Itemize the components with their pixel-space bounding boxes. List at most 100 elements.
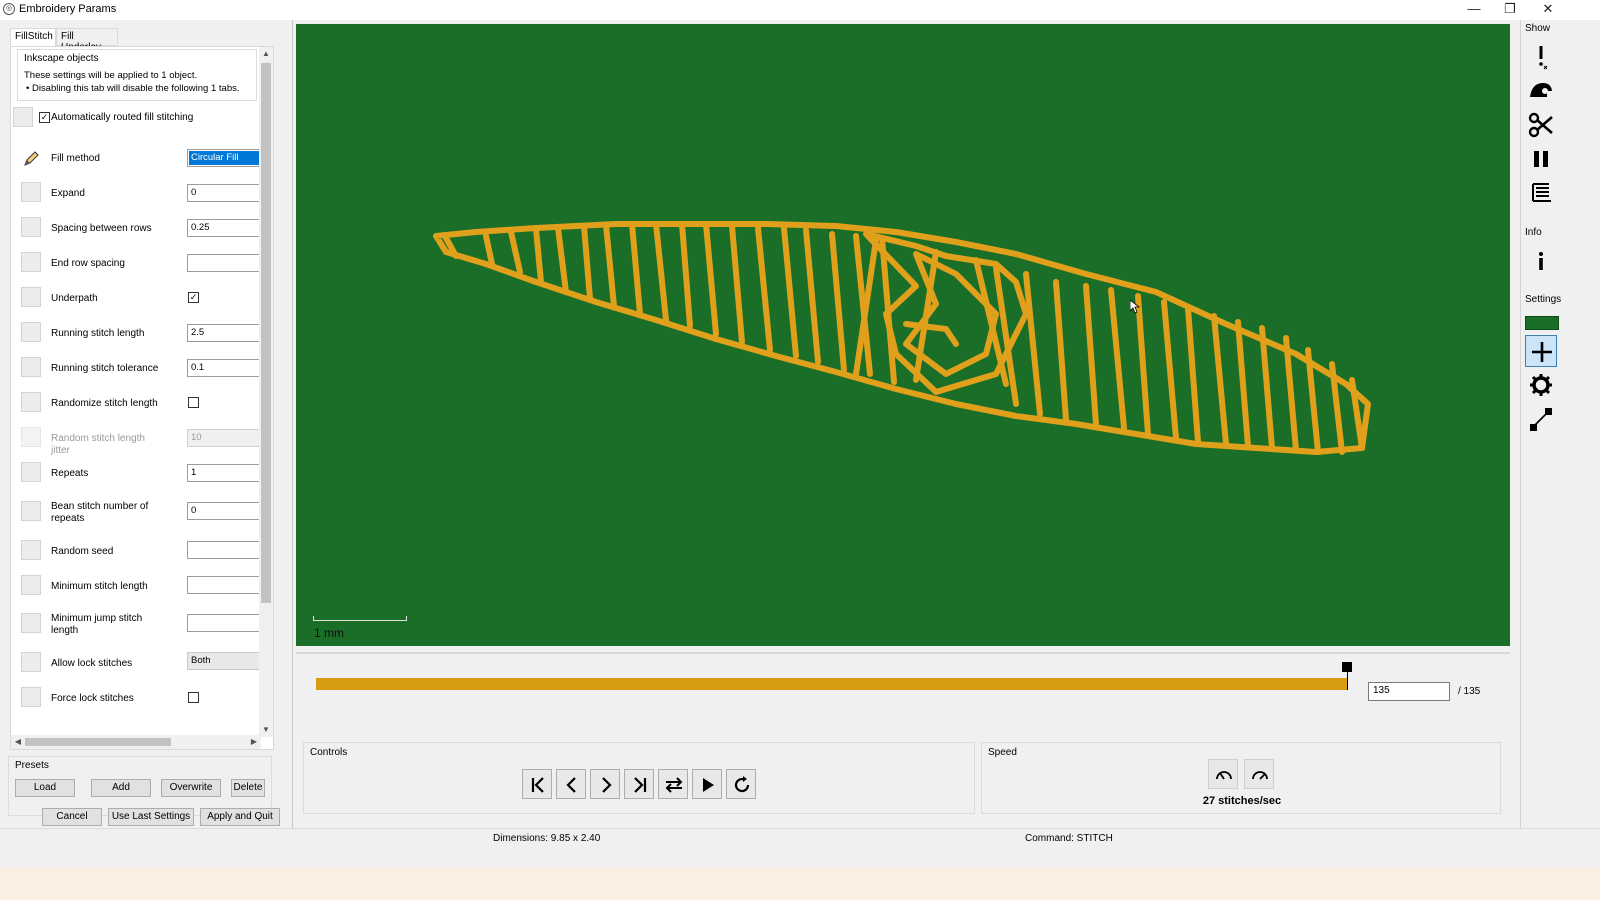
- param-toggle-min-stitch-length[interactable]: [21, 575, 41, 595]
- pencil-icon: [21, 149, 41, 169]
- param-toggle-running-stitch-tolerance[interactable]: [21, 357, 41, 377]
- stop-icon[interactable]: [1525, 143, 1557, 175]
- use-last-settings-button[interactable]: Use Last Settings: [108, 808, 194, 826]
- underpath-checkbox[interactable]: ✓: [188, 292, 199, 303]
- restart-icon[interactable]: [726, 769, 756, 799]
- jitter-input[interactable]: 10: [187, 429, 263, 447]
- param-label-min-jump-stitch: Minimum jump stitch length: [51, 613, 143, 636]
- bean-stitch-input[interactable]: 0: [187, 502, 263, 520]
- scale-tick-right: [406, 616, 407, 621]
- param-label-expand: Expand: [51, 188, 85, 199]
- restore-icon[interactable]: ❐: [1492, 0, 1528, 20]
- param-toggle-force-lock-stitches[interactable]: [21, 687, 41, 707]
- background-color-swatch[interactable]: [1525, 316, 1559, 330]
- expand-input[interactable]: 0: [187, 184, 263, 202]
- current-stitch-input[interactable]: 135: [1368, 682, 1450, 701]
- scroll-up-icon[interactable]: ▲: [259, 47, 273, 61]
- previous-icon[interactable]: [556, 769, 586, 799]
- running-stitch-length-input[interactable]: 2.5: [187, 324, 263, 342]
- crosshair-icon[interactable]: [1525, 335, 1557, 367]
- close-icon[interactable]: ✕: [1530, 0, 1566, 20]
- add-preset-button[interactable]: Add: [91, 779, 151, 797]
- jump-warning-icon[interactable]: [1525, 40, 1557, 72]
- horizontal-scroll-thumb[interactable]: [25, 738, 171, 746]
- fill-method-select[interactable]: Circular Fill: [187, 149, 263, 167]
- slider-handle-line: [1347, 672, 1348, 690]
- param-toggle-underpath[interactable]: [21, 287, 41, 307]
- next-icon[interactable]: [590, 769, 620, 799]
- param-label-randomize: Randomize stitch length: [51, 398, 158, 409]
- stitch-progress-track[interactable]: [316, 678, 1348, 690]
- param-toggle-randomize[interactable]: [21, 392, 41, 412]
- apply-and-quit-button[interactable]: Apply and Quit: [200, 808, 280, 826]
- param-toggle-bean-stitch[interactable]: [21, 501, 41, 521]
- delete-preset-button[interactable]: Delete: [231, 779, 265, 797]
- stitch-canvas[interactable]: 1 mm: [296, 24, 1510, 646]
- speed-caption: Speed: [988, 747, 1017, 758]
- spacing-input[interactable]: 0.25: [187, 219, 263, 237]
- color-change-icon[interactable]: [1525, 177, 1557, 209]
- embroidery-stitch-path: [433, 221, 1371, 455]
- params-vertical-scrollbar[interactable]: ▲ ▼: [259, 47, 273, 737]
- minimize-icon[interactable]: —: [1456, 0, 1492, 20]
- running-stitch-tolerance-input[interactable]: 0.1: [187, 359, 263, 377]
- param-toggle-jitter[interactable]: [21, 427, 41, 447]
- speed-box: Speed 27 stitches/sec: [981, 742, 1501, 814]
- scroll-left-icon[interactable]: ◀: [11, 735, 25, 749]
- right-toolbar: Show Info Settings: [1520, 20, 1600, 848]
- auto-route-toggle[interactable]: [13, 107, 33, 127]
- min-stitch-length-input[interactable]: [187, 576, 263, 594]
- end-row-spacing-input[interactable]: [187, 254, 263, 272]
- scroll-right-icon[interactable]: ▶: [247, 735, 261, 749]
- fillstitch-tab-page: Inkscape objects These settings will be …: [10, 46, 274, 750]
- scissors-icon[interactable]: [1525, 109, 1557, 141]
- window-title: Embroidery Params: [19, 3, 117, 15]
- info-icon[interactable]: [1525, 245, 1557, 277]
- force-lock-stitches-checkbox[interactable]: [188, 692, 199, 703]
- direction-toggle-icon[interactable]: [658, 769, 688, 799]
- faster-icon[interactable]: [1244, 759, 1274, 789]
- param-toggle-repeats[interactable]: [21, 462, 41, 482]
- info-line-2: • Disabling this tab will disable the fo…: [26, 83, 240, 94]
- needle-point-icon[interactable]: [1525, 403, 1557, 435]
- tab-fillstitch[interactable]: FillStitch: [10, 28, 56, 47]
- tab-fill-underlay[interactable]: Fill Underlay: [56, 28, 118, 53]
- gear-icon[interactable]: [1525, 369, 1557, 401]
- last-stitch-icon[interactable]: [624, 769, 654, 799]
- param-label-allow-lock-stitches: Allow lock stitches: [51, 658, 133, 669]
- dimensions-status: Dimensions: 9.85 x 2.40: [493, 833, 601, 844]
- first-stitch-icon[interactable]: [522, 769, 552, 799]
- param-toggle-expand[interactable]: [21, 182, 41, 202]
- play-icon[interactable]: [692, 769, 722, 799]
- cancel-button[interactable]: Cancel: [42, 808, 102, 826]
- param-toggle-end-row-spacing[interactable]: [21, 252, 41, 272]
- overwrite-preset-button[interactable]: Overwrite: [161, 779, 221, 797]
- random-seed-input[interactable]: [187, 541, 263, 559]
- repeats-input[interactable]: 1: [187, 464, 263, 482]
- inkscape-objects-caption: Inkscape objects: [24, 53, 99, 64]
- param-toggle-min-jump-stitch[interactable]: [21, 613, 41, 633]
- vertical-scroll-thumb[interactable]: [261, 63, 271, 603]
- slower-icon[interactable]: [1208, 759, 1238, 789]
- mouse-cursor-icon: [1129, 299, 1141, 314]
- info-line-1: These settings will be applied to 1 obje…: [24, 70, 198, 81]
- randomize-checkbox[interactable]: [188, 397, 199, 408]
- param-toggle-spacing[interactable]: [21, 217, 41, 237]
- param-toggle-running-stitch-length[interactable]: [21, 322, 41, 342]
- info-section-label: Info: [1525, 227, 1542, 238]
- auto-route-checkbox[interactable]: ✓: [39, 112, 50, 123]
- param-label-jitter: Random stitch length jitter: [51, 433, 145, 456]
- allow-lock-stitches-select[interactable]: Both: [187, 652, 263, 670]
- params-horizontal-scrollbar[interactable]: ◀ ▶: [11, 735, 261, 749]
- total-stitches-label: / 135: [1458, 686, 1481, 697]
- param-toggle-random-seed[interactable]: [21, 540, 41, 560]
- slider-handle[interactable]: [1342, 662, 1352, 672]
- scroll-down-icon[interactable]: ▼: [259, 723, 273, 737]
- scale-label: 1 mm: [314, 626, 344, 640]
- trim-icon[interactable]: [1525, 75, 1557, 107]
- load-preset-button[interactable]: Load: [15, 779, 75, 797]
- param-label-running-stitch-length: Running stitch length: [51, 328, 145, 339]
- param-toggle-allow-lock-stitches[interactable]: [21, 652, 41, 672]
- min-jump-stitch-input[interactable]: [187, 614, 263, 632]
- param-label-min-stitch-length: Minimum stitch length: [51, 581, 148, 592]
